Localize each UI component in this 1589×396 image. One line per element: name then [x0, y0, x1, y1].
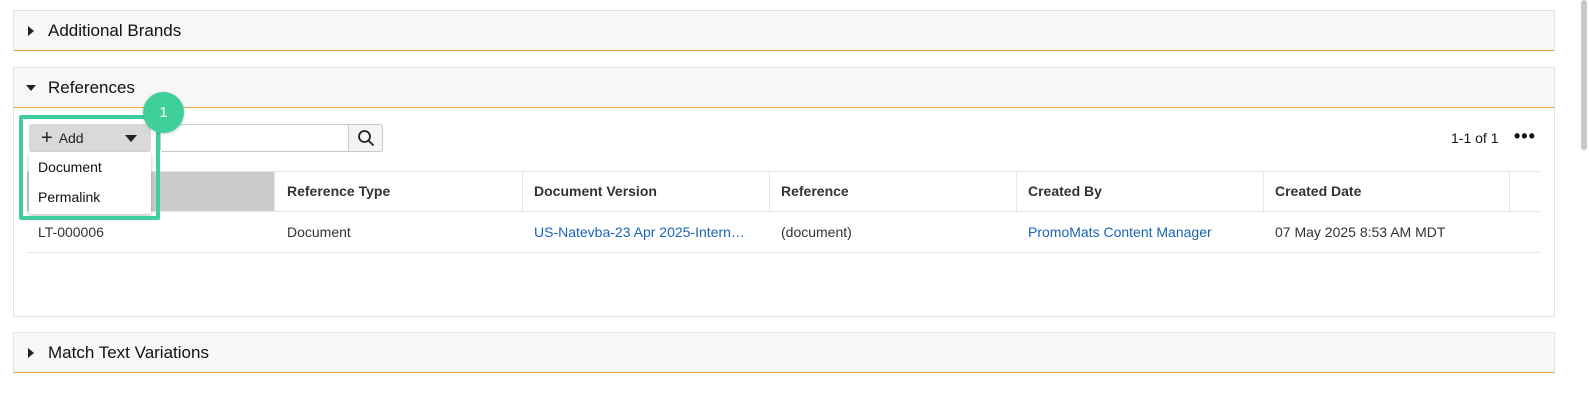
cell-reference-type: Document: [287, 224, 351, 240]
plus-icon: +: [41, 127, 53, 149]
column-header-created-by[interactable]: Created By: [1017, 172, 1264, 211]
table-header: Reference Type Document Version Referenc…: [27, 171, 1540, 212]
collapse-arrow-icon: [14, 84, 48, 91]
cell-reference: (document): [781, 224, 852, 240]
menu-item-permalink[interactable]: Permalink: [29, 182, 151, 212]
column-header-reference[interactable]: Reference: [770, 172, 1017, 211]
column-header-reference-type[interactable]: Reference Type: [276, 172, 523, 211]
column-header-created-date[interactable]: Created Date: [1264, 172, 1510, 211]
section-references-header[interactable]: References: [13, 67, 1555, 108]
section-match-text-variations-header[interactable]: Match Text Variations: [13, 332, 1555, 373]
section-title: References: [48, 77, 135, 97]
menu-item-document[interactable]: Document: [29, 152, 151, 182]
table-row[interactable]: LT-000006 Document US-Natevba-23 Apr 202…: [27, 212, 1540, 253]
add-button[interactable]: + Add: [29, 124, 151, 152]
vertical-scrollbar[interactable]: [1581, 0, 1587, 150]
column-header-document-version[interactable]: Document Version: [523, 172, 770, 211]
add-button-label: Add: [58, 130, 84, 146]
section-title: Match Text Variations: [48, 342, 209, 362]
cell-id: LT-000006: [38, 224, 104, 240]
add-dropdown-menu: Document Permalink: [29, 152, 151, 214]
section-additional-brands-header[interactable]: Additional Brands: [13, 10, 1555, 51]
search-button[interactable]: [348, 124, 383, 152]
cell-document-version-link[interactable]: US-Natevba-23 Apr 2025-Intern…: [523, 212, 759, 252]
section-title: Additional Brands: [48, 20, 182, 40]
search-icon: [357, 130, 374, 146]
pagination-count: 1-1 of 1: [1451, 130, 1499, 146]
step-number-badge: 1: [143, 92, 184, 133]
cell-created-date: 07 May 2025 8:53 AM MDT: [1275, 224, 1446, 240]
cell-created-by-link[interactable]: PromoMats Content Manager: [1017, 212, 1264, 252]
expand-arrow-icon: [14, 347, 48, 358]
more-actions-icon[interactable]: •••: [1514, 127, 1536, 145]
chevron-down-icon: [125, 135, 137, 142]
expand-arrow-icon: [14, 25, 48, 36]
